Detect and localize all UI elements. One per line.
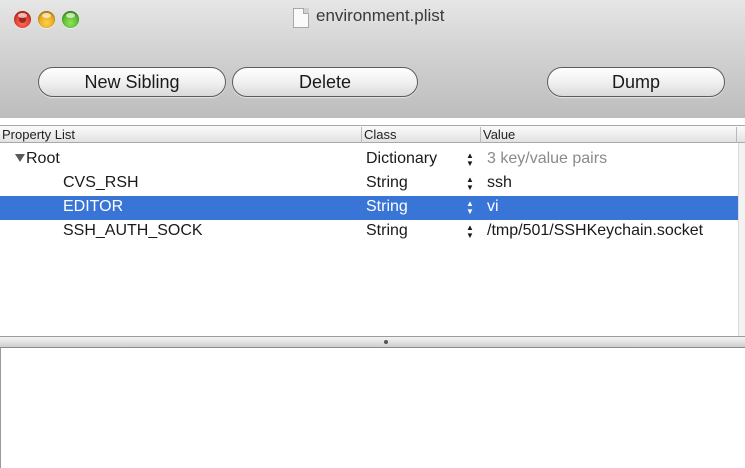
stepper-arrows-icon[interactable]: ▲ ▼ (465, 152, 475, 168)
stepper-arrows-icon[interactable]: ▲ ▼ (465, 176, 475, 192)
window-title: environment.plist (316, 6, 445, 25)
property-list-outline[interactable]: Property List Class Value Root Dictionar… (0, 118, 745, 336)
header-corner (736, 127, 745, 143)
class-cell[interactable]: String (366, 198, 408, 216)
table-row-root[interactable]: Root Dictionary ▲ ▼ 3 key/value pairs (0, 148, 738, 172)
column-header-value[interactable]: Value (480, 127, 736, 143)
value-cell: 3 key/value pairs (487, 150, 608, 167)
table-row[interactable]: SSH_AUTH_SOCK String ▲ ▼ /tmp/501/SSHKeyc… (0, 220, 738, 244)
plist-editor-window: environment.plist New Sibling Delete Dum… (0, 0, 745, 468)
class-cell[interactable]: Dictionary (366, 150, 437, 168)
split-view-divider[interactable] (0, 336, 745, 348)
property-name: Root (26, 150, 60, 167)
table-row-selected[interactable]: EDITOR String ▲ ▼ vi (0, 196, 738, 220)
property-name[interactable]: SSH_AUTH_SOCK (63, 222, 203, 240)
divider-grip-icon[interactable] (384, 340, 388, 344)
disclosure-triangle-down-icon[interactable] (15, 154, 25, 162)
vertical-scrollbar[interactable] (738, 143, 745, 336)
table-row[interactable]: CVS_RSH String ▲ ▼ ssh (0, 172, 738, 196)
value-cell[interactable]: vi (487, 198, 499, 216)
column-header-property-list[interactable]: Property List (0, 127, 361, 143)
value-cell[interactable]: /tmp/501/SSHKeychain.socket (487, 222, 703, 240)
title-bar[interactable]: environment.plist New Sibling Delete Dum… (0, 0, 745, 118)
text-view-pane[interactable] (0, 348, 745, 468)
minimize-window-button[interactable] (38, 11, 55, 28)
delete-button[interactable]: Delete (232, 67, 418, 97)
value-cell[interactable]: ssh (487, 174, 512, 192)
table-header: Property List Class Value (0, 125, 745, 143)
dump-button[interactable]: Dump (547, 67, 725, 97)
column-header-class[interactable]: Class (361, 127, 480, 143)
new-sibling-button[interactable]: New Sibling (38, 67, 226, 97)
close-window-button[interactable] (14, 11, 31, 28)
stepper-arrows-icon[interactable]: ▲ ▼ (465, 224, 475, 240)
stepper-arrows-icon[interactable]: ▲ ▼ (465, 200, 475, 216)
class-cell[interactable]: String (366, 174, 408, 192)
class-cell[interactable]: String (366, 222, 408, 240)
zoom-window-button[interactable] (62, 11, 79, 28)
property-name[interactable]: EDITOR (63, 198, 123, 216)
document-icon (293, 8, 309, 28)
property-name[interactable]: CVS_RSH (63, 174, 139, 192)
